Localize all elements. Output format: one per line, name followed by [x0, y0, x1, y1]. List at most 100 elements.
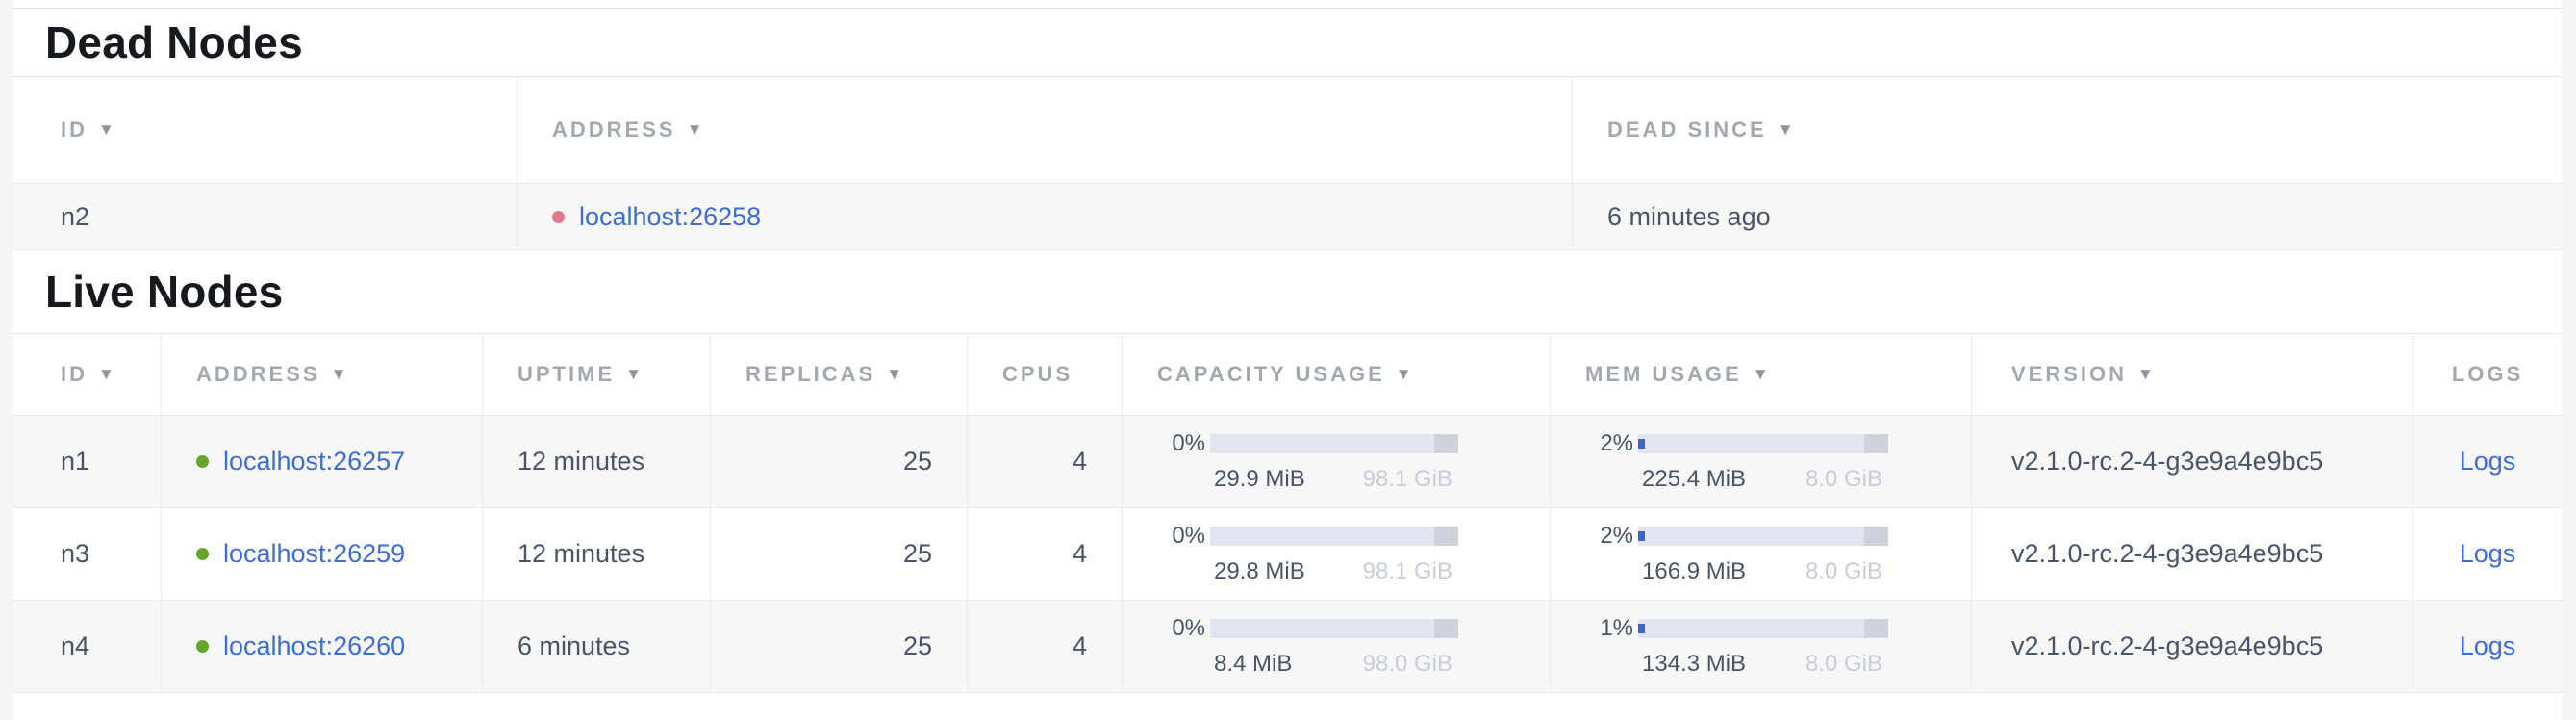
node-cpus: 4 — [967, 601, 1122, 692]
dead-node-address-cell: localhost:26258 — [517, 184, 1572, 249]
node-mem-usage: 2% 166.9 MiB 8.0 GiB — [1550, 508, 1971, 600]
node-replicas: 25 — [710, 416, 967, 507]
mem-bar-used — [1638, 624, 1645, 633]
mem-used-label: 225.4 MiB — [1642, 466, 1746, 493]
live-header-replicas[interactable]: REPLICAS ▼ — [710, 334, 967, 415]
nodes-overview-page: Dead Nodes ID ▼ ADDRESS ▼ DEAD SINCE ▼ n… — [13, 0, 2562, 720]
capacity-total-label: 98.1 GiB — [1363, 558, 1452, 585]
node-logs-cell: Logs — [2412, 508, 2562, 600]
capacity-total-label: 98.1 GiB — [1363, 466, 1452, 493]
mem-used-label: 166.9 MiB — [1642, 558, 1746, 585]
live-status-dot-icon — [196, 548, 209, 560]
logs-link[interactable]: Logs — [2460, 447, 2516, 476]
node-address-cell: localhost:26259 — [161, 508, 482, 600]
live-header-capacity-usage[interactable]: CAPACITY USAGE ▼ — [1122, 334, 1550, 415]
capacity-percent: 0% — [1146, 430, 1205, 457]
live-header-logs: LOGS — [2412, 334, 2562, 415]
sort-desc-icon[interactable]: ▼ — [331, 365, 347, 384]
node-address-link[interactable]: localhost:26257 — [223, 447, 405, 476]
top-divider — [13, 0, 2562, 9]
mem-used-label: 134.3 MiB — [1642, 651, 1746, 678]
live-nodes-section-header: Live Nodes — [13, 250, 2562, 334]
capacity-used-label: 29.8 MiB — [1214, 558, 1305, 585]
capacity-percent: 0% — [1146, 523, 1205, 550]
dead-header-dead-since[interactable]: DEAD SINCE ▼ — [1572, 77, 2562, 183]
node-mem-usage: 2% 225.4 MiB 8.0 GiB — [1550, 416, 1971, 507]
mem-bar — [1638, 527, 1888, 546]
live-status-dot-icon — [196, 455, 209, 468]
dead-node-row-n2: n2 localhost:26258 6 minutes ago — [13, 184, 2562, 250]
logs-link[interactable]: Logs — [2460, 631, 2516, 661]
node-cpus: 4 — [967, 416, 1122, 507]
node-uptime: 12 minutes — [482, 416, 710, 507]
mem-percent: 1% — [1574, 615, 1633, 642]
node-id: n1 — [13, 416, 161, 507]
mem-total-label: 8.0 GiB — [1806, 466, 1882, 493]
dead-node-dead-since: 6 minutes ago — [1572, 184, 2562, 249]
dead-node-id: n2 — [13, 184, 517, 249]
dead-status-dot-icon — [552, 211, 565, 223]
node-capacity-usage: 0% 8.4 MiB 98.0 GiB — [1122, 601, 1550, 692]
node-replicas: 25 — [710, 508, 967, 600]
capacity-bar — [1210, 434, 1458, 453]
mem-total-label: 8.0 GiB — [1806, 651, 1882, 678]
logs-link[interactable]: Logs — [2460, 539, 2516, 569]
live-nodes-title: Live Nodes — [45, 266, 283, 318]
capacity-bar — [1210, 619, 1458, 638]
mem-bar-used — [1638, 531, 1645, 541]
live-header-mem-usage[interactable]: MEM USAGE ▼ — [1550, 334, 1971, 415]
sort-desc-icon[interactable]: ▼ — [2137, 365, 2154, 384]
sort-desc-icon[interactable]: ▼ — [98, 120, 114, 140]
sort-desc-icon[interactable]: ▼ — [1778, 120, 1794, 140]
mem-bar-end-block — [1864, 434, 1888, 453]
node-capacity-usage: 0% 29.8 MiB 98.1 GiB — [1122, 508, 1550, 600]
dead-header-id[interactable]: ID ▼ — [13, 77, 517, 183]
node-cpus: 4 — [967, 508, 1122, 600]
node-mem-usage: 1% 134.3 MiB 8.0 GiB — [1550, 601, 1971, 692]
live-nodes-table-header: ID ▼ ADDRESS ▼ UPTIME ▼ REPLICAS ▼ CPUS … — [13, 334, 2562, 416]
capacity-bar-end-block — [1434, 527, 1458, 546]
capacity-total-label: 98.0 GiB — [1363, 651, 1452, 678]
node-address-link[interactable]: localhost:26260 — [223, 631, 405, 661]
mem-bar — [1638, 619, 1888, 638]
capacity-bar-end-block — [1434, 619, 1458, 638]
mem-bar-end-block — [1864, 619, 1888, 638]
live-header-cpus[interactable]: CPUS — [967, 334, 1122, 415]
node-address-link[interactable]: localhost:26259 — [223, 539, 405, 569]
node-capacity-usage: 0% 29.9 MiB 98.1 GiB — [1122, 416, 1550, 507]
node-address-cell: localhost:26257 — [161, 416, 482, 507]
node-logs-cell: Logs — [2412, 416, 2562, 507]
sort-desc-icon[interactable]: ▼ — [98, 365, 114, 384]
live-status-dot-icon — [196, 640, 209, 653]
node-uptime: 12 minutes — [482, 508, 710, 600]
sort-desc-icon[interactable]: ▼ — [886, 365, 902, 384]
sort-desc-icon[interactable]: ▼ — [687, 120, 703, 140]
dead-nodes-title: Dead Nodes — [45, 16, 303, 68]
live-header-id[interactable]: ID ▼ — [13, 334, 161, 415]
dead-nodes-section-header: Dead Nodes — [13, 9, 2562, 77]
bottom-spacer — [13, 693, 2562, 720]
live-node-row-n1: n1 localhost:26257 12 minutes 25 4 0% 29… — [13, 416, 2562, 508]
node-replicas: 25 — [710, 601, 967, 692]
node-logs-cell: Logs — [2412, 601, 2562, 692]
live-node-row-n4: n4 localhost:26260 6 minutes 25 4 0% 8.4… — [13, 601, 2562, 693]
live-node-row-n3: n3 localhost:26259 12 minutes 25 4 0% 29… — [13, 508, 2562, 601]
sort-desc-icon[interactable]: ▼ — [1753, 365, 1769, 384]
node-address-cell: localhost:26260 — [161, 601, 482, 692]
dead-nodes-table-header: ID ▼ ADDRESS ▼ DEAD SINCE ▼ — [13, 77, 2562, 184]
capacity-used-label: 29.9 MiB — [1214, 466, 1305, 493]
mem-percent: 2% — [1574, 523, 1633, 550]
dead-header-address[interactable]: ADDRESS ▼ — [517, 77, 1572, 183]
live-header-uptime[interactable]: UPTIME ▼ — [482, 334, 710, 415]
live-header-version[interactable]: VERSION ▼ — [1971, 334, 2412, 415]
sort-desc-icon[interactable]: ▼ — [1396, 365, 1412, 384]
sort-desc-icon[interactable]: ▼ — [625, 365, 642, 384]
node-uptime: 6 minutes — [482, 601, 710, 692]
dead-node-address-link[interactable]: localhost:26258 — [579, 202, 761, 232]
capacity-bar — [1210, 527, 1458, 546]
node-version: v2.1.0-rc.2-4-g3e9a4e9bc5 — [1971, 416, 2412, 507]
mem-bar-end-block — [1864, 527, 1888, 546]
capacity-used-label: 8.4 MiB — [1214, 651, 1292, 678]
capacity-percent: 0% — [1146, 615, 1205, 642]
live-header-address[interactable]: ADDRESS ▼ — [161, 334, 482, 415]
